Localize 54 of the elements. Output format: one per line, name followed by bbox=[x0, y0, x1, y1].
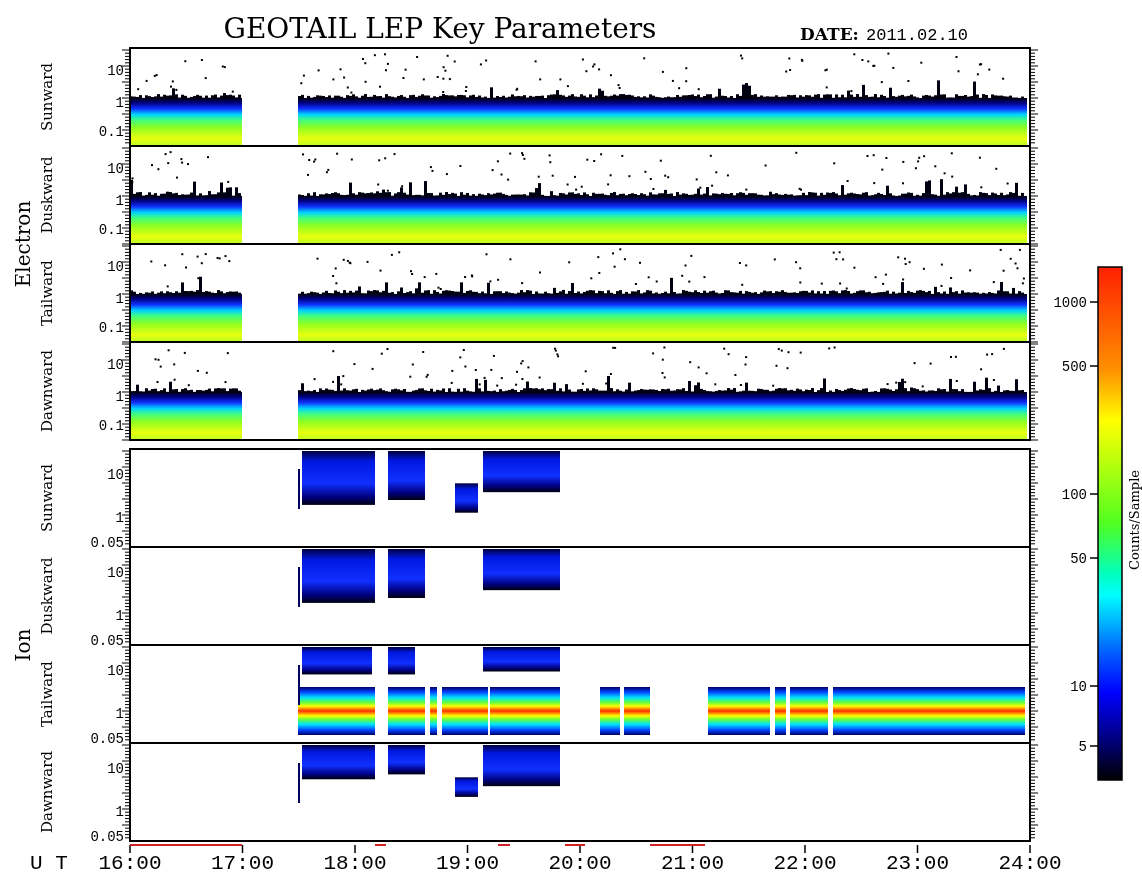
colorbar-tick-label: 5 bbox=[1078, 739, 1087, 755]
axis-tick-label: 1 bbox=[115, 509, 124, 526]
panel-label: Tailward bbox=[38, 661, 56, 727]
colorbar-tick-label: 100 bbox=[1061, 487, 1087, 503]
axis-tick-label: 10 bbox=[107, 565, 124, 582]
colorbar-tick-label: 10 bbox=[1070, 679, 1087, 695]
time-tick-label: 20:00 bbox=[548, 852, 612, 875]
colorbar-label: Counts/Sample bbox=[1127, 470, 1142, 570]
axis-tick-label: 0.05 bbox=[90, 731, 124, 748]
axis-tick-label: 10 bbox=[107, 356, 124, 373]
panel-label: Tailward bbox=[38, 260, 56, 326]
panel-label: Sunward bbox=[38, 62, 56, 132]
axis-tick-label: 0.05 bbox=[90, 829, 124, 846]
axis-tick-label: 1 bbox=[115, 290, 124, 307]
colorbar-tick-label: 500 bbox=[1061, 359, 1087, 375]
axis-tick-label: 0.1 bbox=[98, 418, 124, 435]
panel-label: Dawnward bbox=[38, 751, 56, 833]
panel-label: Sunward bbox=[38, 463, 56, 533]
chart-title: GEOTAIL LEP Key Parameters bbox=[223, 12, 657, 45]
time-tick-label: 22:00 bbox=[773, 852, 837, 875]
axis-tick-label: 10 bbox=[107, 663, 124, 680]
colorbar-tick-label: 50 bbox=[1070, 551, 1087, 567]
axis-tick-label: 1 bbox=[115, 803, 124, 820]
colorbar-tick-label: 1000 bbox=[1053, 295, 1087, 311]
time-tick-label: 18:00 bbox=[323, 852, 387, 875]
panel-label: Dawnward bbox=[38, 350, 56, 432]
axis-tick-label: 1 bbox=[115, 94, 124, 111]
time-tick-label: 21:00 bbox=[661, 852, 724, 875]
axis-tick-label: 0.1 bbox=[98, 124, 124, 141]
date-value: 2011.02.10 bbox=[866, 26, 969, 45]
axis-tick-label: 10 bbox=[107, 258, 124, 275]
group-label: Electron bbox=[11, 200, 35, 288]
axis-tick-label: 10 bbox=[107, 62, 124, 79]
axis-tick-label: 1 bbox=[115, 705, 124, 722]
time-tick-label: 19:00 bbox=[436, 852, 499, 875]
group-label: Ion bbox=[11, 628, 35, 662]
axis-tick-label: 10 bbox=[107, 467, 124, 484]
axis-tick-label: 0.05 bbox=[90, 633, 124, 650]
time-tick-label: 17:00 bbox=[211, 852, 274, 875]
axis-tick-label: 1 bbox=[115, 607, 124, 624]
panel-label: Duskward bbox=[38, 557, 56, 635]
date-label: DATE: bbox=[800, 24, 859, 44]
axis-tick-label: 10 bbox=[107, 160, 124, 177]
axis-tick-label: 1 bbox=[115, 388, 124, 405]
time-axis-label: U T bbox=[30, 852, 68, 875]
axis-tick-label: 10 bbox=[107, 761, 124, 778]
time-tick-label: 24:00 bbox=[998, 852, 1062, 875]
axis-tick-label: 1 bbox=[115, 192, 124, 209]
time-tick-label: 16:00 bbox=[98, 852, 162, 875]
panel-label: Duskward bbox=[38, 156, 56, 234]
time-tick-label: 23:00 bbox=[886, 852, 949, 875]
axis-tick-label: 0.1 bbox=[98, 320, 124, 337]
axis-tick-label: 0.1 bbox=[98, 222, 124, 239]
axis-tick-label: 0.05 bbox=[90, 535, 124, 552]
